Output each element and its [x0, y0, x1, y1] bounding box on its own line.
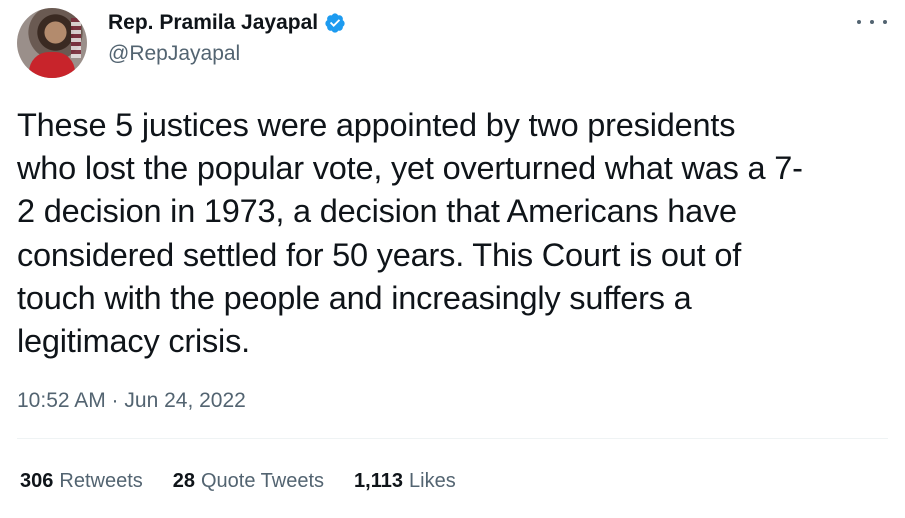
- avatar[interactable]: [17, 8, 87, 78]
- tweet-line: These 5 justices were appointed by two p…: [17, 107, 736, 143]
- tweet-stats: 306 Retweets 28 Quote Tweets 1,113 Likes: [20, 470, 456, 493]
- avatar-shirt: [29, 52, 75, 78]
- author-handle[interactable]: @RepJayapal: [108, 42, 240, 66]
- quotes-label: Quote Tweets: [201, 470, 325, 492]
- dot: [870, 20, 874, 24]
- retweets-label: Retweets: [59, 470, 143, 492]
- quotes-count: 28: [172, 470, 195, 492]
- more-options-icon[interactable]: [857, 12, 887, 32]
- likes-link[interactable]: 1,113 Likes: [354, 470, 456, 493]
- dot: [883, 20, 887, 24]
- tweet-line: 2 decision in 1973, a decision that Amer…: [17, 193, 737, 230]
- author-name-row[interactable]: Rep. Pramila Jayapal: [108, 11, 346, 35]
- tweet-timestamp[interactable]: 10:52 AM · Jun 24, 2022: [17, 389, 246, 413]
- quote-tweets-link[interactable]: 28 Quote Tweets: [173, 470, 324, 493]
- likes-count: 1,113: [354, 470, 403, 492]
- flag-decoration: [71, 18, 81, 58]
- retweets-count: 306: [20, 470, 54, 492]
- likes-label: Likes: [409, 470, 456, 492]
- retweets-link[interactable]: 306 Retweets: [20, 470, 143, 493]
- tweet-text: These 5 justices were appointed by two p…: [17, 104, 892, 363]
- dot: [857, 20, 861, 24]
- tweet-line: legitimacy crisis.: [17, 323, 250, 360]
- tweet-line: considered settled for 50 years. This Co…: [17, 236, 742, 273]
- author-name[interactable]: Rep. Pramila Jayapal: [108, 11, 318, 35]
- divider: [17, 438, 888, 439]
- tweet-line: who lost the popular vote, yet overturne…: [17, 150, 803, 187]
- tweet-line: touch with the people and increasingly s…: [17, 279, 692, 316]
- verified-badge-icon: [325, 13, 345, 33]
